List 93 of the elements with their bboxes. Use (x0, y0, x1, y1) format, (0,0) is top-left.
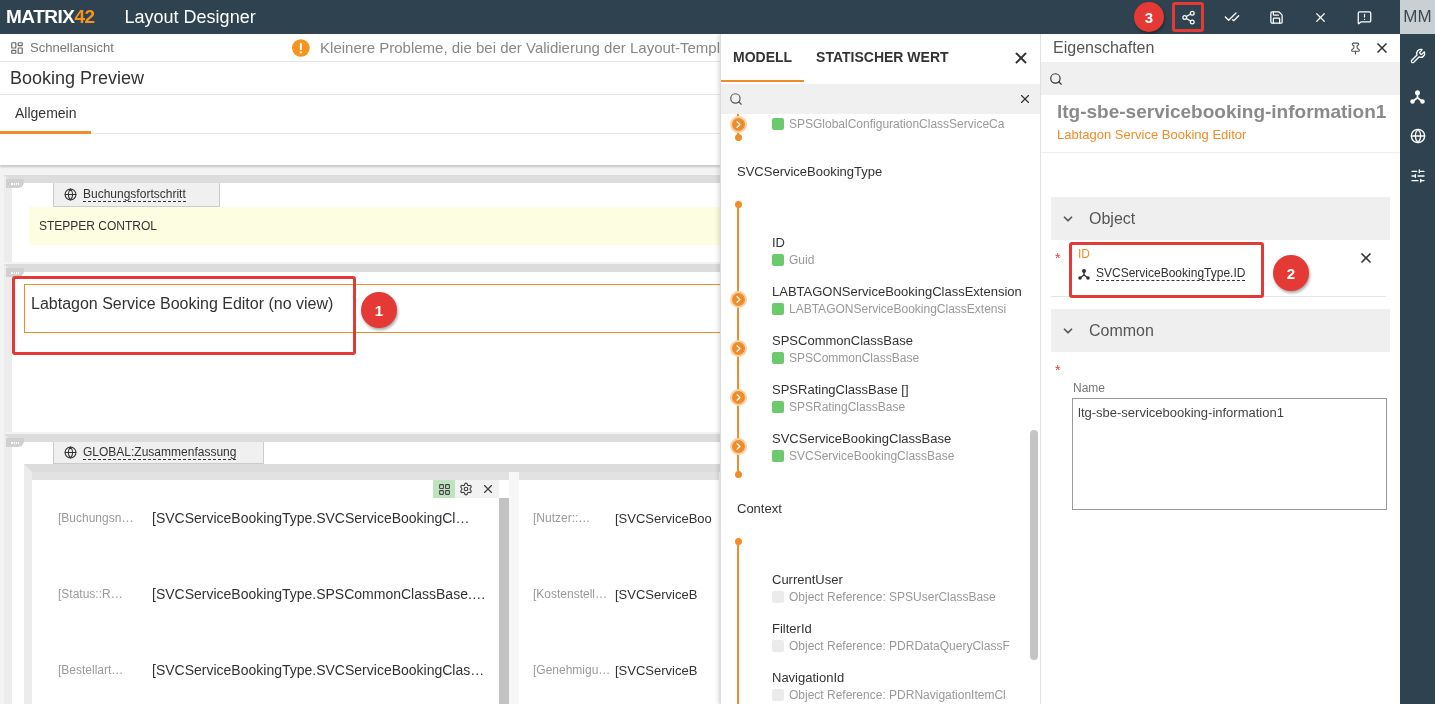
group-title: Context (736, 499, 783, 518)
warning-message: Kleinere Probleme, die bei der Validierung der Layout-Templ (320, 39, 720, 56)
gear-icon (459, 482, 473, 496)
pin-button[interactable] (1349, 41, 1362, 55)
field-label: Name (1073, 381, 1106, 395)
search-icon (729, 92, 743, 106)
required-mark: * (1054, 362, 1062, 378)
drag-handle-icon[interactable] (6, 268, 24, 277)
type-label: SPSRatingClassBase (789, 399, 906, 414)
tree-item[interactable]: LABTAGONServiceBookingClassExtension (772, 283, 1022, 299)
field-label: [Bestellart… (58, 663, 125, 677)
field-label: [Genehmigu… (533, 663, 612, 677)
panel-title: Eigenschaften (1053, 39, 1156, 57)
tree-item[interactable]: CurrentUser (772, 571, 996, 587)
tree-item[interactable]: FilterId (772, 620, 1010, 636)
type-label: Object Reference: SPSUserClassBase (789, 589, 996, 604)
app-title: Layout Designer (124, 6, 256, 28)
close-icon (481, 482, 495, 496)
field-binding: [SVCServiceBookingType.SVCServiceBookingCl… (152, 510, 470, 526)
field-label: [Status::R… (58, 587, 124, 601)
field-binding: [SVCServiceB (615, 662, 698, 678)
tab[interactable]: MODELL (721, 34, 805, 82)
close-icon (1374, 40, 1390, 56)
callout-marker: 1 (361, 292, 397, 328)
search-field[interactable] (721, 84, 1040, 114)
quick-view-link[interactable]: Schnellansicht (10, 40, 293, 55)
field-binding: [SVCServiceBookingType.SPSCommonClassBase.… (152, 586, 486, 602)
drag-handle-icon[interactable] (6, 179, 24, 188)
type-label: Guid (789, 252, 815, 267)
type-label: SPSCommonClassBase (789, 350, 920, 365)
share-icon (1180, 9, 1196, 25)
sliders-icon (1409, 168, 1426, 184)
type-label: Object Reference: PDRDataQueryClassF (789, 638, 1010, 653)
section-tab[interactable]: Buchungsfortschritt (53, 183, 220, 207)
drag-handle-icon[interactable] (6, 438, 24, 447)
binding-field[interactable]: ID SVCServiceBookingType.ID (1069, 242, 1264, 298)
page-title: Booking Preview (0, 62, 720, 95)
timeline-dot (734, 134, 742, 141)
name-field[interactable]: ltg-sbe-servicebooking-information1 (1072, 398, 1387, 510)
tree-item[interactable]: ID (772, 234, 815, 250)
tab[interactable]: Allgemein (0, 95, 92, 134)
user-avatar[interactable]: MM (1400, 0, 1435, 34)
tree-item[interactable]: SPSRatingClassBase [] (772, 381, 909, 397)
tab[interactable]: STATISCHER WERT (804, 34, 961, 82)
tree-item[interactable]: SPSCommonClassBase (772, 332, 920, 348)
layout-icon (437, 482, 451, 496)
scrollbar[interactable] (1030, 430, 1038, 660)
section-header[interactable]: Common (1051, 309, 1390, 352)
logo: MATRIX42 (6, 6, 95, 28)
component-type: Labtagon Service Booking Editor (1057, 127, 1248, 142)
field-label: [Buchungsn… (58, 511, 135, 525)
globe-icon (1409, 128, 1426, 144)
search-field[interactable] (1041, 62, 1400, 95)
close-icon (1358, 250, 1374, 266)
component-name: ltg-sbe-servicebooking-information1 (1057, 101, 1384, 123)
hierarchy-icon (1078, 267, 1090, 280)
save-icon (1268, 9, 1284, 25)
callout-marker: 3 (1134, 2, 1164, 32)
field-binding: [SVCServiceBookingType.SVCServiceBookingClas… (152, 662, 485, 678)
group-title: SVCServiceBookingType (736, 162, 884, 181)
required-mark: * (1054, 249, 1062, 266)
section-header[interactable]: Object (1051, 197, 1390, 240)
hierarchy-icon (1410, 88, 1425, 104)
field-label: [Kostenstell… (533, 587, 609, 601)
timeline-dot (734, 201, 742, 208)
pin-icon (1349, 41, 1362, 55)
clear-icon (1018, 92, 1032, 106)
type-label: Object Reference: PDRNavigationItemCl (789, 687, 1006, 702)
share-button[interactable] (1172, 2, 1204, 32)
warning-icon (292, 38, 311, 57)
section-tab[interactable]: GLOBAL:Zusammenfassung (53, 442, 264, 464)
tree-item[interactable]: NavigationId (772, 669, 1006, 685)
globe-icon (64, 446, 77, 459)
field-binding: [SVCServiceBoo (615, 510, 712, 526)
type-label: SVCServiceBookingClassBase (789, 448, 955, 463)
clear-button[interactable] (1358, 250, 1374, 266)
scrollbar[interactable] (499, 498, 509, 704)
globe-icon (64, 188, 77, 201)
timeline-dot (734, 538, 742, 545)
timeline-dot (734, 471, 742, 478)
layout-button[interactable] (433, 480, 455, 498)
field-binding: [SVCServiceB (615, 586, 698, 602)
tree-item[interactable]: SVCServiceBookingClassBase (772, 430, 955, 446)
type-label: LABTAGONServiceBookingClassExtensi (789, 301, 1007, 316)
wrench-icon (1409, 48, 1426, 64)
search-icon (1049, 71, 1063, 86)
callout-marker: 2 (1273, 255, 1309, 291)
type-label: SPSGlobalConfigurationClassServiceCa (789, 117, 1005, 131)
placeholder-text: STEPPER CONTROL (39, 219, 158, 233)
close-button[interactable] (1374, 40, 1390, 56)
layout-icon (10, 40, 24, 55)
field-label: [Nutzer::… (533, 511, 592, 525)
comment-icon (1356, 9, 1372, 25)
